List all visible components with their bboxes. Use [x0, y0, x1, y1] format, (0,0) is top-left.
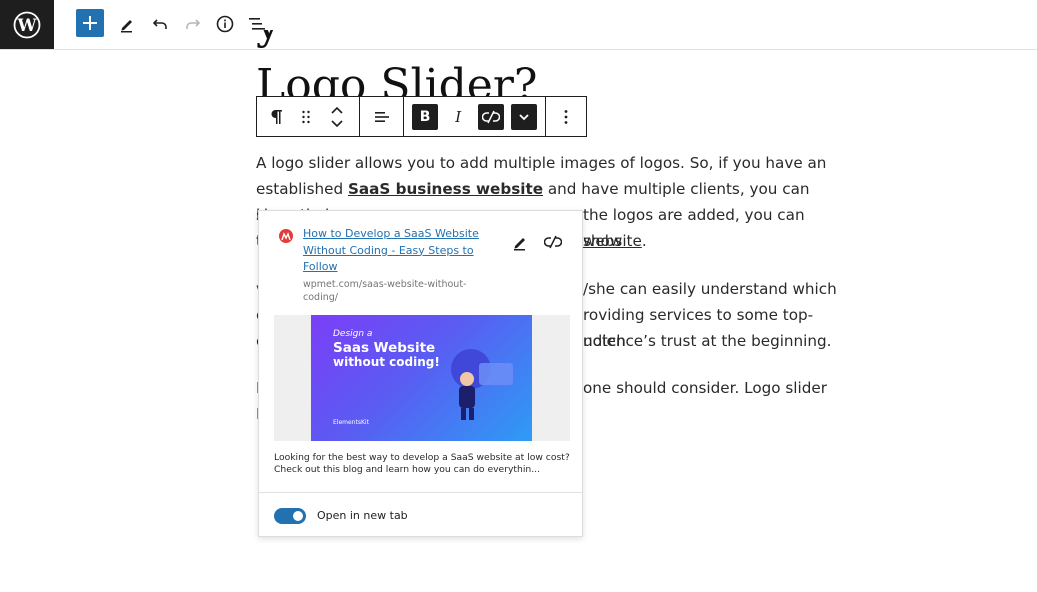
divider [259, 492, 582, 493]
preview-small-text: Design a [333, 329, 373, 339]
align-left-icon [374, 111, 389, 122]
block-switcher-group [257, 97, 360, 136]
paragraph-text: udience’s trust at the beginning. [583, 332, 832, 350]
toggle-knob [293, 511, 303, 521]
italic-icon: I [455, 107, 462, 126]
chevron-down-icon[interactable] [330, 119, 344, 129]
link-url: wpmet.com/saas-website-without-coding/ [303, 279, 467, 303]
wordpress-icon: W [13, 11, 41, 38]
bold-button[interactable]: B [412, 103, 439, 130]
link-popover: How to Develop a SaaS Website Without Co… [258, 210, 583, 537]
more-formatting-button[interactable] [511, 103, 538, 130]
link-preview-area: Design a Saas Website without coding! El… [274, 315, 570, 441]
drag-handle[interactable] [295, 97, 317, 136]
saas-business-website-link[interactable]: SaaS business website [348, 180, 543, 198]
site-favicon-icon [279, 229, 293, 243]
undo-icon [152, 19, 167, 29]
italic-button[interactable]: I [445, 97, 471, 136]
undo-button[interactable] [144, 8, 176, 40]
remove-link-button[interactable] [543, 232, 563, 252]
open-in-new-tab-toggle[interactable] [274, 508, 306, 524]
details-button[interactable] [209, 8, 241, 40]
redo-icon [186, 19, 201, 29]
options-group [546, 97, 586, 136]
drag-icon [302, 110, 310, 123]
link-description: Looking for the best way to develop a Sa… [274, 452, 570, 475]
paragraph-text: /she can easily understand which [583, 280, 837, 298]
editor-top-toolbar: W [0, 0, 1037, 50]
move-buttons[interactable] [317, 97, 357, 136]
pencil-icon [514, 238, 525, 251]
edit-link-button[interactable] [510, 232, 530, 252]
wordpress-logo-button[interactable]: W [0, 0, 54, 49]
website-link[interactable]: website [583, 232, 642, 250]
link-title[interactable]: How to Develop a SaaS Website Without Co… [303, 226, 493, 276]
options-button[interactable] [546, 97, 586, 136]
heading-previous-line: y [256, 30, 281, 50]
preview-headline-line: without coding! [333, 355, 440, 369]
unlink-button[interactable] [478, 103, 505, 130]
alignment-group [360, 97, 405, 136]
unlink-icon [544, 235, 562, 249]
chevron-down-icon [519, 113, 530, 120]
paragraph-block-button[interactable] [257, 97, 295, 136]
paragraph-icon [271, 109, 282, 124]
bold-icon: B [419, 108, 431, 125]
block-toolbar: B I [256, 96, 587, 137]
pencil-icon [121, 20, 132, 33]
align-button[interactable] [362, 97, 402, 136]
link-preview-image: Design a Saas Website without coding! El… [311, 315, 532, 441]
preview-brand: ElementsKit [333, 419, 369, 426]
preview-headline: Saas Website without coding! [333, 341, 440, 369]
info-icon [216, 15, 234, 33]
svg-text:W: W [16, 16, 37, 36]
format-group: B I [404, 97, 546, 136]
redo-button[interactable] [177, 8, 209, 40]
unlink-icon [482, 110, 501, 123]
paragraph-text: . [641, 232, 647, 250]
preview-illustration-icon [451, 349, 513, 420]
chevron-up-icon[interactable] [330, 105, 344, 115]
preview-headline-line: Saas Website [333, 340, 436, 356]
open-in-new-tab-label: Open in new tab [317, 509, 408, 522]
tools-button[interactable] [111, 8, 143, 40]
plus-icon [83, 16, 97, 30]
paragraph-text: one should consider. Logo slider [583, 379, 827, 397]
add-block-button[interactable] [76, 9, 104, 37]
more-vertical-icon [564, 109, 568, 124]
